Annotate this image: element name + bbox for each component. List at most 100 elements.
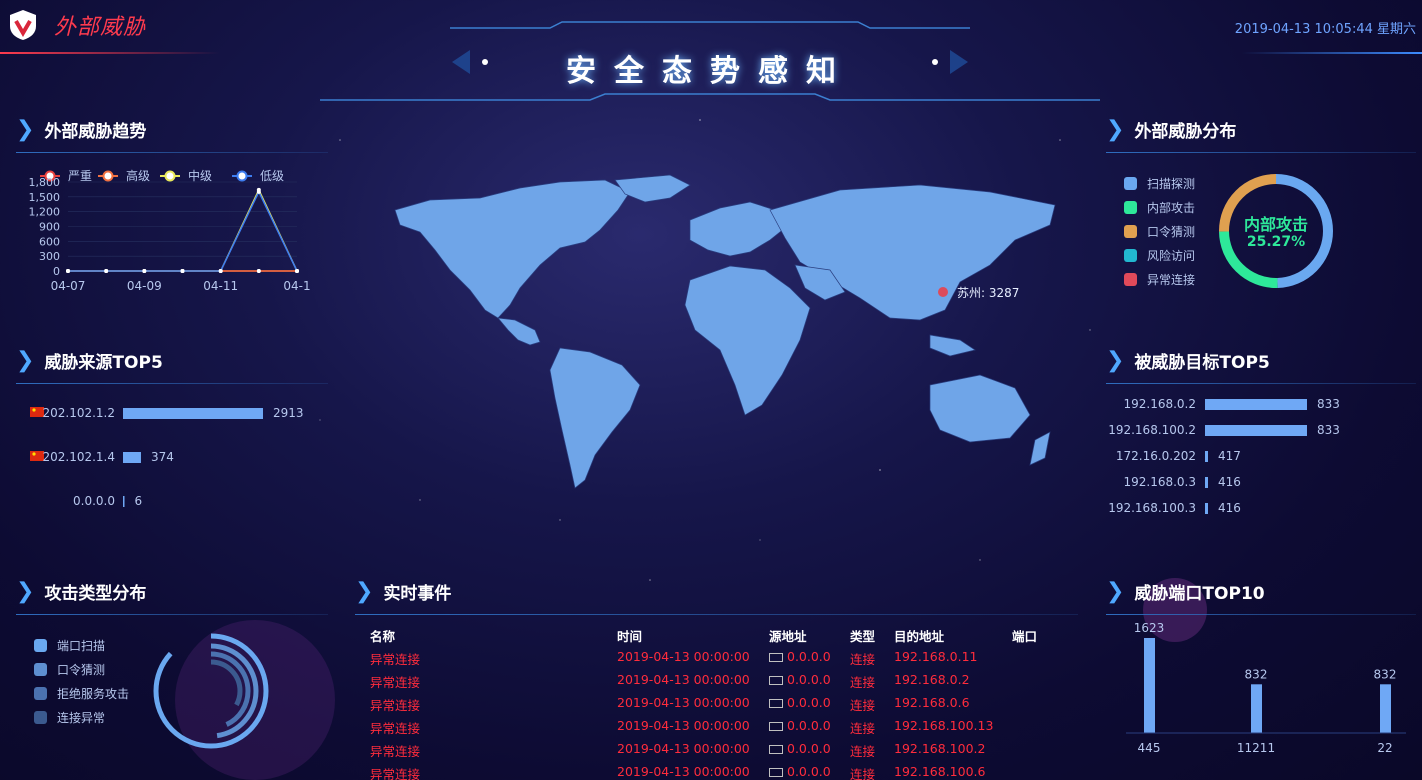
map-marker-suzhou[interactable] [938,287,948,297]
distribution-legend-item[interactable]: 风险访问 [1124,247,1195,264]
target-bar[interactable] [1205,503,1208,514]
sources-bar-chart: 202.102.1.2 2913 202.102.1.4 374 0.0.0.0 6 [30,406,304,508]
distribution-legend-item[interactable]: 内部攻击 [1124,199,1195,216]
flag-star [32,452,36,456]
attack-legend-item[interactable]: 拒绝服务攻击 [34,685,129,702]
source-ip-label: 202.102.1.4 [42,450,115,464]
table-row[interactable]: 异常连接 2019-04-13 00:00:00 0.0.0.0 连接 192.168.… [368,649,1068,672]
col-type: 类型 [850,629,876,644]
attack-legend-item[interactable]: 口令猜测 [34,661,105,678]
port-bar[interactable] [1144,638,1155,733]
table-row[interactable]: 异常连接 2019-04-13 00:00:00 0.0.0.0 连接 192.168.… [368,718,1068,741]
port-bar[interactable] [1251,684,1262,733]
chevron-right-icon: ❯ [1106,116,1125,142]
series-point [142,269,147,273]
legend-label[interactable]: 高级 [126,168,150,183]
legend-label: 扫描探测 [1147,177,1196,191]
events-table: 名称 时间 源地址 类型 目的地址 端口 异常连接 2019-04-13 00:0… [368,626,1068,780]
ports-panel-header: ❯ 威胁端口TOP10 [1106,579,1265,604]
table-row[interactable]: 异常连接 2019-04-13 00:00:00 0.0.0.0 连接 192.168.… [368,764,1068,780]
target-value: 416 [1218,501,1241,515]
source-ip-label: 202.102.1.2 [42,406,115,420]
trend-chart: 严重 高级 中级 低级 1,800 1,500 1,200 900600 300 004-07 0… [29,168,311,293]
col-name: 名称 [370,629,396,644]
source-ip-label: 0.0.0.0 [73,494,115,508]
cell-src: 0.0.0.0 [769,764,831,779]
cell-name: 异常连接 [370,675,421,690]
australia [929,374,1031,443]
cell-dst: 192.168.0.2 [894,672,970,687]
cell-time: 2019-04-13 00:00:00 [617,741,750,756]
brand-title: 外部威胁 [54,15,147,40]
target-bar[interactable] [1205,399,1307,410]
port-label: 11211 [1237,741,1275,755]
donut-center-label: 内部攻击 [1244,215,1308,234]
checkbox-icon [769,722,783,731]
sources-panel-header: ❯ 威胁来源TOP5 [16,348,163,373]
legend-marker[interactable] [236,170,248,182]
targets-bar-chart: 192.168.0.2 833 192.168.100.2 833 172.16.0.2… [1108,397,1340,515]
chevron-right-icon: ❯ [16,347,35,373]
source-value: 6 [135,494,143,508]
attack-legend-item[interactable]: 连接异常 [34,709,105,726]
donut-center-value: 25.27% [1247,234,1305,250]
distribution-legend-item[interactable]: 异常连接 [1124,271,1195,288]
events-panel-header: ❯ 实时事件 [355,579,451,604]
legend-label[interactable]: 低级 [260,169,284,183]
table-header: 名称 时间 源地址 类型 目的地址 端口 [368,626,1068,649]
target-bar[interactable] [1205,425,1307,436]
port-value: 1623 [1134,621,1165,635]
cell-dst: 192.168.100.6 [894,764,986,779]
cell-time: 2019-04-13 00:00:00 [617,672,750,687]
src-ip: 0.0.0.0 [787,718,831,733]
target-bar[interactable] [1205,477,1208,488]
shield-icon [10,10,36,40]
attack-types-divider [16,614,328,615]
source-bar[interactable] [123,496,125,507]
table-row[interactable]: 异常连接 2019-04-13 00:00:00 0.0.0.0 连接 192.168.… [368,695,1068,718]
events-divider [355,614,1078,615]
cell-src: 0.0.0.0 [769,649,831,664]
legend-label: 口令猜测 [57,663,106,677]
new-zealand [1029,431,1051,466]
target-ip-label: 192.168.100.3 [1108,501,1196,515]
distribution-legend-item[interactable]: 扫描探测 [1124,175,1195,192]
source-bar[interactable] [123,408,263,419]
series-line [68,190,298,272]
cell-time: 2019-04-13 00:00:00 [617,764,750,779]
legend-label[interactable]: 严重 [68,169,92,183]
y-tick-label: 1,200 [29,206,61,219]
attack-legend-item[interactable]: 端口扫描 [34,637,105,654]
legend-label: 连接异常 [57,711,106,725]
series-point [218,269,223,273]
cell-name: 异常连接 [370,721,421,736]
distribution-legend-item[interactable]: 口令猜测 [1124,223,1195,240]
x-tick-label: 04-1 [283,279,310,293]
cell-time: 2019-04-13 00:00:00 [617,649,750,664]
table-row[interactable]: 异常连接 2019-04-13 00:00:00 0.0.0.0 连接 192.168.… [368,672,1068,695]
cell-dst: 192.168.100.2 [894,741,986,756]
legend-marker[interactable] [102,170,114,182]
legend-label[interactable]: 中级 [188,168,212,183]
legend-label: 拒绝服务攻击 [57,687,130,701]
legend-swatch [34,687,47,700]
legend-marker[interactable] [164,170,176,182]
indonesia [929,334,976,357]
source-bar[interactable] [123,452,141,463]
port-value: 832 [1245,667,1268,681]
legend-label: 端口扫描 [57,639,106,653]
cell-name: 异常连接 [370,767,421,780]
target-bar[interactable] [1205,451,1208,462]
world-map[interactable]: 苏州: 3287 [390,170,1070,500]
chevron-right-icon: ❯ [1106,347,1125,373]
y-tick-label: 900 [39,221,60,234]
targets-panel-header: ❯ 被威胁目标TOP5 [1106,348,1270,373]
legend-swatch [34,639,47,652]
series-point [180,269,185,273]
distribution-divider [1106,152,1416,153]
brand-underline [0,52,220,54]
legend-swatch [1124,249,1137,262]
table-row[interactable]: 异常连接 2019-04-13 00:00:00 0.0.0.0 连接 192.168.… [368,741,1068,764]
port-bar[interactable] [1380,684,1391,733]
sources-divider [16,383,328,384]
